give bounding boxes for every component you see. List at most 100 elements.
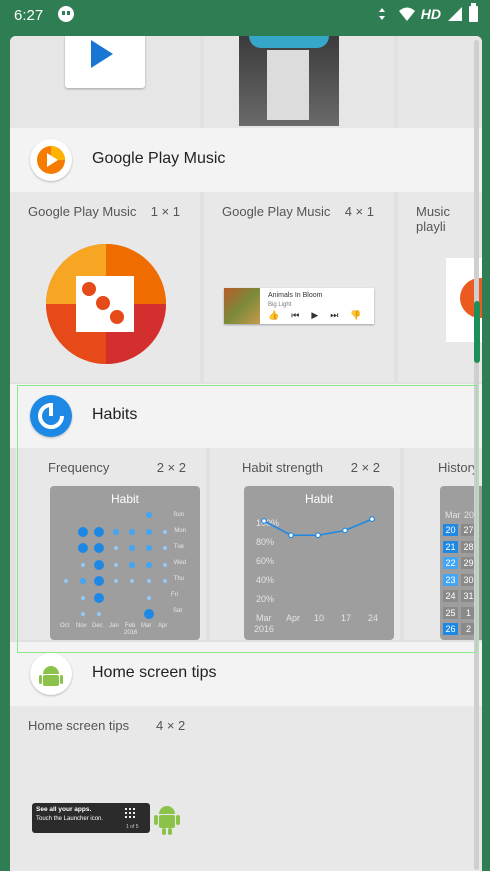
scrollbar-thumb[interactable] — [474, 301, 480, 363]
widget-size: 2 × 2 — [350, 460, 380, 475]
app-name: Habits — [92, 406, 138, 423]
frequency-dot — [143, 609, 154, 619]
widget-label: Music playli — [416, 204, 450, 234]
widget-tile-photo[interactable] — [204, 36, 394, 128]
widget-picker-sheet[interactable]: Google Play Music Google Play Music 1 × … — [10, 36, 482, 871]
widget-tile-habit-strength[interactable]: Habit strength 2 × 2 Habit 100% 80% 60% … — [210, 448, 400, 640]
scrollbar-track[interactable] — [474, 40, 479, 870]
data-arrows-icon — [378, 8, 385, 20]
app-name: Google Play Music — [92, 150, 226, 167]
history-cell: 20 — [443, 524, 458, 536]
widget-size: 4 × 1 — [344, 204, 374, 219]
frequency-dot — [97, 612, 101, 616]
frequency-dot — [163, 562, 167, 567]
strength-point — [342, 527, 348, 534]
month-label: Dec — [92, 623, 103, 629]
frequency-dot — [130, 579, 134, 583]
widget-tile-play-store[interactable] — [10, 36, 200, 128]
habits-widgets-row: Frequency 2 × 2 Habit Sun Mon Tue Wed Th… — [10, 448, 482, 640]
x-tick: 24 — [368, 613, 379, 623]
tip-line-2: Touch the Launcher icon. — [36, 816, 104, 822]
widget-tile-history[interactable]: History Mar 20 20 21 22 23 24 25 26 27 28 29 30 31 1… — [404, 448, 482, 640]
tip-counter: 1 of 5 — [126, 824, 139, 830]
month-label: Apr — [158, 623, 168, 629]
x-tick: 17 — [341, 613, 352, 623]
frequency-dot — [113, 546, 118, 550]
frequency-dot — [64, 579, 68, 583]
widget-size: 4 × 2 — [156, 718, 186, 733]
history-cell: 21 — [443, 540, 458, 553]
frequency-dot — [77, 543, 88, 553]
widget-tile-partial[interactable] — [398, 36, 482, 128]
frequency-dot — [145, 512, 152, 518]
frequency-dot — [145, 545, 152, 551]
app-header-google-play-music: Google Play Music — [10, 128, 482, 192]
widget-tile-music-playlist[interactable]: Music playli — [398, 192, 482, 382]
year-label: 2016 — [254, 624, 275, 634]
widget-size: 1 × 1 — [150, 204, 180, 219]
widget-title: Habit — [110, 492, 139, 506]
wifi-icon — [398, 7, 415, 21]
network-hd-label: HD — [420, 6, 441, 22]
strength-point — [315, 532, 321, 539]
strength-point — [261, 518, 267, 524]
x-tick: Mar — [256, 613, 272, 623]
frequency-dot — [163, 546, 167, 550]
app-header-habits: Habits — [10, 384, 482, 448]
day-label: Sun — [173, 512, 184, 518]
widget-size: 2 × 2 — [156, 460, 186, 475]
day-label: Sat — [172, 608, 182, 614]
google-play-music-widgets-row: Google Play Music 1 × 1 Google Play Musi… — [10, 192, 482, 382]
frequency-dot — [80, 612, 85, 616]
widget-tile-gpm-4x1[interactable]: Google Play Music 4 × 1 Animals In Bloom… — [204, 192, 394, 382]
frequency-dot — [94, 559, 104, 570]
battery-icon — [469, 3, 478, 22]
x-tick: Apr — [286, 613, 301, 623]
frequency-dot — [145, 561, 152, 568]
album-art — [224, 288, 260, 324]
frequency-dot — [94, 543, 104, 553]
play-icon: ▶ — [311, 310, 319, 320]
month-label: Feb — [125, 623, 136, 629]
photo-preview — [239, 36, 339, 126]
frequency-dot — [129, 561, 135, 568]
frequency-dot — [94, 576, 104, 586]
launcher-grid-icon — [124, 807, 136, 819]
strength-point — [369, 516, 375, 522]
track-title: Animals In Bloom — [268, 292, 323, 299]
widget-label: Home screen tips — [28, 718, 130, 733]
day-label: Mon — [174, 528, 186, 534]
frequency-dot — [163, 529, 167, 534]
day-label: Wed — [173, 560, 186, 566]
hangouts-notification-icon — [58, 6, 74, 22]
frequency-dot — [129, 545, 135, 551]
tip-line-1: See all your apps. — [36, 806, 92, 813]
widget-label: Habit strength — [242, 460, 323, 475]
history-cell: 22 — [443, 557, 458, 569]
status-bar: 6:27 HD — [0, 0, 490, 30]
cell-signal-icon — [448, 7, 462, 21]
month-label: Jan — [109, 623, 119, 629]
tip-bubble-preview: See all your apps. Touch the Launcher ic… — [32, 803, 150, 833]
history-month: 20 — [464, 510, 475, 520]
track-artist: Big Light — [268, 302, 292, 308]
strength-point — [288, 532, 294, 539]
frequency-dot — [79, 578, 86, 584]
history-cell: 24 — [443, 590, 458, 602]
month-label: Oct — [60, 623, 70, 629]
history-cell: 23 — [443, 573, 458, 586]
app-header-home-screen-tips: Home screen tips — [10, 642, 482, 706]
android-robot-icon — [154, 806, 180, 835]
play-triangle-icon — [91, 40, 113, 68]
widget-tile-frequency[interactable]: Frequency 2 × 2 Habit Sun Mon Tue Wed Th… — [16, 448, 206, 640]
frequency-dot — [80, 595, 85, 600]
x-tick: 10 — [314, 613, 325, 623]
app-name: Home screen tips — [92, 664, 217, 681]
history-cell: 25 — [443, 606, 458, 619]
widget-tile-gpm-1x1[interactable]: Google Play Music 1 × 1 — [10, 192, 200, 382]
frequency-dot — [80, 562, 85, 567]
widget-tile-home-screen-tips[interactable]: Home screen tips 4 × 2 See all your apps… — [10, 706, 482, 871]
day-label: Thu — [173, 576, 184, 582]
month-label: Mar — [141, 623, 152, 629]
frequency-dot — [77, 526, 88, 537]
